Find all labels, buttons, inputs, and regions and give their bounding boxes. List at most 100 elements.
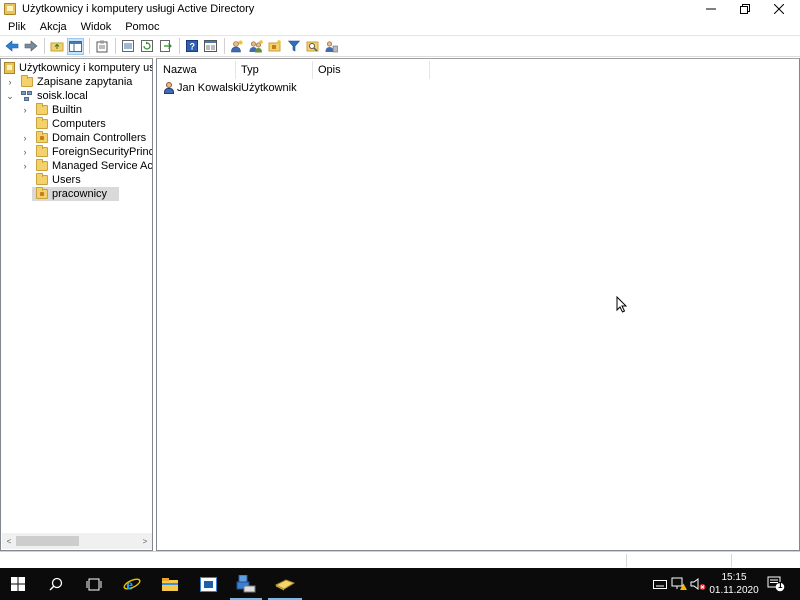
start-button[interactable] [0, 568, 36, 600]
restore-button[interactable] [728, 0, 762, 18]
tree-root[interactable]: Użytkownicy i komputery usługi [4, 61, 152, 75]
domain-icon [21, 90, 33, 102]
close-button[interactable] [762, 0, 796, 18]
collapse-arrow-icon[interactable]: ⌄ [5, 91, 15, 101]
network-status-tray[interactable] [670, 568, 688, 600]
user-name: Jan Kowalski [177, 81, 242, 94]
file-explorer-icon [162, 577, 178, 591]
tree-item-users[interactable]: Users [20, 173, 81, 187]
add-to-group-button[interactable] [323, 38, 340, 55]
title-bar[interactable]: Użytkownicy i komputery usługi Active Di… [0, 0, 800, 18]
back-button[interactable] [3, 38, 20, 55]
menu-bar: Plik Akcja Widok Pomoc [0, 18, 800, 35]
expand-arrow-icon[interactable]: › [20, 105, 30, 115]
new-group-icon [249, 39, 263, 52]
console-view-button[interactable] [202, 38, 219, 55]
server-manager-button[interactable] [190, 568, 226, 600]
show-hide-console-tree-button[interactable] [67, 37, 84, 55]
tree-item-label: Managed Service Accour [52, 160, 153, 172]
new-user-button[interactable] [228, 38, 245, 55]
expand-arrow-icon[interactable]: › [20, 161, 30, 171]
forward-icon [24, 40, 37, 52]
tree-item-builtin[interactable]: › Builtin [20, 103, 82, 117]
export-list-button[interactable] [157, 38, 174, 55]
new-group-button[interactable] [247, 38, 264, 55]
tree-item-domain-controllers[interactable]: › Domain Controllers [20, 131, 146, 145]
server-manager-icon [199, 576, 217, 592]
properties-button[interactable] [93, 38, 110, 55]
action-center-button[interactable]: 1 [766, 568, 786, 600]
column-header-opis[interactable]: Opis [313, 61, 430, 79]
toolbar: ? [0, 35, 800, 57]
find-button[interactable] [304, 38, 321, 55]
result-list[interactable]: Nazwa Typ Opis Jan Kowalski Użytkownik [156, 58, 800, 551]
internet-explorer-icon: e [123, 578, 141, 593]
ou-folder-icon [36, 187, 48, 199]
ad-app-icon [4, 3, 16, 15]
tree-item-zapisane-zapytania[interactable]: › Zapisane zapytania [5, 75, 132, 89]
search-icon [49, 577, 63, 591]
filter-button[interactable] [285, 38, 302, 55]
ou-folder-icon [36, 131, 48, 143]
tree-horizontal-scrollbar[interactable]: < > [2, 533, 152, 549]
tree-item-soisk-local[interactable]: ⌄ soisk.local [5, 89, 88, 103]
tree-item-foreign-security-principals[interactable]: › ForeignSecurityPrincipals [20, 145, 152, 159]
new-ou-icon [268, 40, 281, 52]
menu-pomoc[interactable]: Pomoc [119, 21, 165, 33]
menu-plik[interactable]: Plik [2, 21, 32, 33]
keyboard-icon [653, 580, 667, 589]
active-directory-users-taskbar-button[interactable] [228, 568, 264, 600]
details-button[interactable] [119, 38, 136, 55]
menu-widok[interactable]: Widok [75, 21, 118, 33]
column-header-typ[interactable]: Typ [236, 61, 313, 79]
tree-item-label: Computers [52, 118, 106, 130]
toolbar-separator [44, 38, 45, 54]
aduc-book-icon [275, 579, 295, 591]
user-icon [163, 81, 175, 94]
expand-arrow-icon[interactable]: › [20, 133, 30, 143]
taskbar: e 15:15 01.11.2020 1 [0, 568, 800, 600]
column-header-nazwa[interactable]: Nazwa [158, 61, 236, 79]
status-divider [731, 554, 732, 567]
aduc-console-taskbar-button[interactable] [266, 568, 304, 600]
task-view-icon [86, 578, 102, 590]
app-window: Użytkownicy i komputery usługi Active Di… [0, 0, 800, 568]
toolbar-separator [115, 38, 116, 54]
scroll-left-button[interactable]: < [2, 534, 16, 548]
toolbar-separator [89, 38, 90, 54]
help-button[interactable]: ? [183, 38, 200, 55]
list-row[interactable]: Jan Kowalski Użytkownik [157, 80, 797, 95]
ad-users-computers-icon [236, 575, 256, 593]
status-divider [626, 554, 627, 567]
up-folder-button[interactable] [48, 38, 65, 55]
expand-arrow-icon[interactable]: › [20, 147, 30, 157]
clock[interactable]: 15:15 01.11.2020 [706, 571, 762, 597]
refresh-button[interactable] [138, 38, 155, 55]
up-folder-icon [50, 42, 63, 52]
toolbar-separator [224, 38, 225, 54]
tree-item-computers[interactable]: Computers [20, 117, 106, 131]
clock-time: 15:15 [721, 572, 747, 583]
tree-item-managed-service-accounts[interactable]: › Managed Service Accour [20, 159, 153, 173]
filter-icon [287, 40, 300, 52]
internet-explorer-button[interactable]: e [114, 568, 150, 600]
expand-arrow-icon[interactable]: › [5, 77, 15, 87]
task-view-button[interactable] [76, 568, 112, 600]
network-warning-icon [671, 577, 687, 590]
tree-item-pracownicy[interactable]: pracownicy [20, 187, 120, 201]
new-ou-button[interactable] [266, 38, 283, 55]
selected-item-highlight: pracownicy [32, 187, 120, 201]
scroll-thumb[interactable] [16, 536, 79, 546]
file-explorer-button[interactable] [152, 568, 188, 600]
tree-root-label: Użytkownicy i komputery usługi [19, 62, 152, 74]
volume-tray[interactable] [689, 568, 707, 600]
scroll-right-button[interactable]: > [138, 534, 152, 548]
network-tray-icon[interactable] [652, 568, 668, 600]
tree-item-label: soisk.local [37, 90, 88, 102]
search-button[interactable] [38, 568, 74, 600]
console-tree[interactable]: Użytkownicy i komputery usługi › Zapisan… [0, 58, 153, 551]
forward-button[interactable] [22, 38, 39, 55]
minimize-button[interactable] [694, 0, 728, 18]
menu-akcja[interactable]: Akcja [34, 21, 73, 33]
